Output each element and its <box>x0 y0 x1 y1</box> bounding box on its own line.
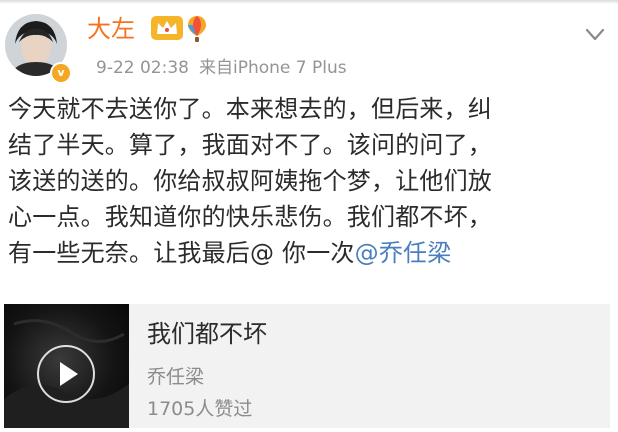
balloon-icon[interactable] <box>186 14 208 44</box>
post-line: 今天就不去送你了。本来想去的，但后来，纠 <box>8 95 492 123</box>
music-card[interactable]: 我们都不坏 乔任梁 1705人赞过 <box>4 304 610 428</box>
chevron-down-icon[interactable] <box>582 22 608 48</box>
post-line: 心一点。我知道你的快乐悲伤。我们都不坏， <box>8 203 492 231</box>
post-line: 该送的送的。你给叔叔阿姨拖个梦，让他们放 <box>8 167 492 195</box>
post-body: 今天就不去送你了。本来想去的，但后来，纠 结了半天。算了，我面对不了。该问的问了… <box>8 91 614 271</box>
post-line-last: 有一些无奈。让我最后@ 你一次@乔任梁 <box>8 235 614 271</box>
crown-icon[interactable] <box>150 15 184 41</box>
verified-badge-icon: v <box>50 62 72 84</box>
mention-link[interactable]: @乔任梁 <box>355 239 452 267</box>
post-line-text: 有一些无奈。让我最后@ 你一次 <box>8 239 355 267</box>
post-meta: 9-22 02:38 来自iPhone 7 Plus <box>96 56 347 80</box>
song-likes: 1705人赞过 <box>147 398 253 420</box>
play-button[interactable] <box>37 345 95 403</box>
top-divider <box>0 0 618 4</box>
post-line: 结了半天。算了，我面对不了。该问的问了， <box>8 131 492 159</box>
song-title[interactable]: 我们都不坏 <box>147 318 267 350</box>
username[interactable]: 大左 <box>87 14 135 44</box>
song-artist: 乔任梁 <box>147 366 205 388</box>
post-source: 来自iPhone 7 Plus <box>198 58 347 78</box>
album-cover[interactable] <box>4 304 129 428</box>
play-icon <box>60 362 78 386</box>
post-time: 9-22 02:38 <box>96 58 189 78</box>
